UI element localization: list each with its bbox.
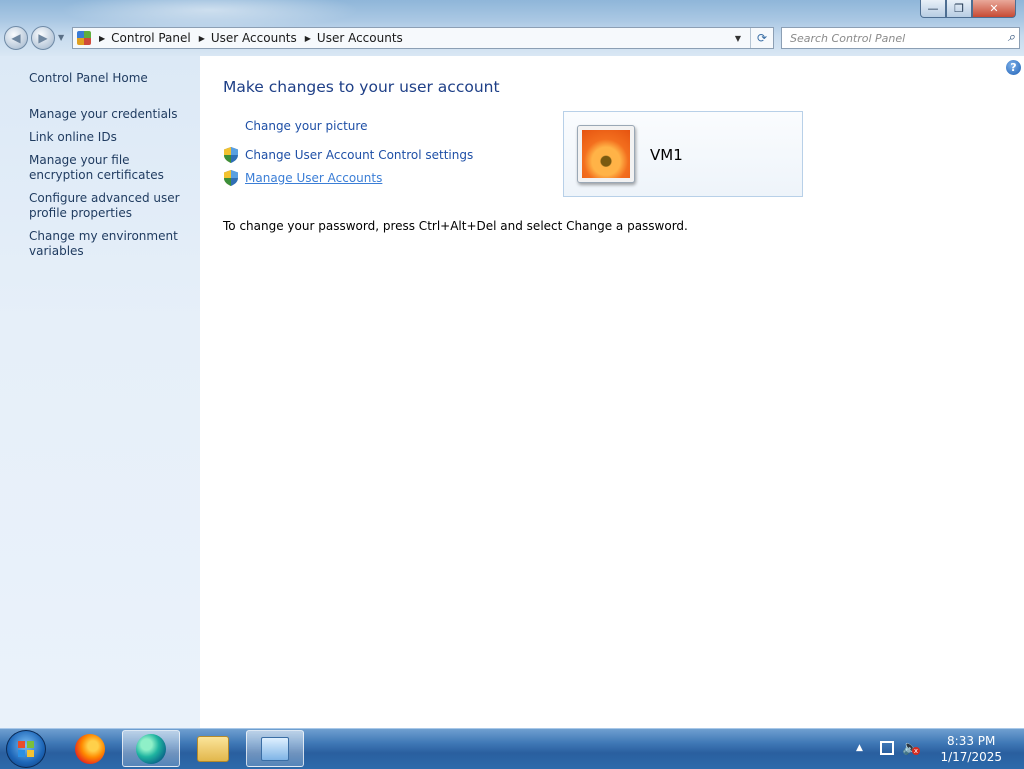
- mute-badge-icon: x: [912, 747, 920, 755]
- sidebar-item-environment-variables[interactable]: Change my environment variables: [29, 229, 189, 259]
- recent-pages-dropdown[interactable]: ▼: [58, 33, 64, 42]
- sidebar-item-manage-credentials[interactable]: Manage your credentials: [29, 107, 189, 122]
- breadcrumb-arrow-icon[interactable]: ▶: [199, 34, 205, 43]
- magnifier-icon[interactable]: ⌕: [1008, 30, 1015, 45]
- taskbar-control-panel[interactable]: [246, 730, 304, 767]
- breadcrumb-control-panel[interactable]: Control Panel: [111, 31, 191, 45]
- breadcrumb-arrow-icon[interactable]: ▶: [99, 34, 105, 43]
- uac-shield-icon: [224, 170, 238, 186]
- password-instructions: To change your password, press Ctrl+Alt+…: [223, 219, 688, 233]
- close-button[interactable]: ✕: [972, 0, 1016, 18]
- sidebar-item-link-online-ids[interactable]: Link online IDs: [29, 130, 189, 145]
- control-panel-icon: [261, 736, 289, 761]
- window-titlebar: — ❐ ✕ ◀ ▶ ▼ ▶ Control Panel ▶ User Accou…: [0, 0, 1024, 56]
- back-button[interactable]: ◀: [4, 26, 28, 50]
- network-icon[interactable]: [880, 741, 894, 755]
- breadcrumb-arrow-icon[interactable]: ▶: [305, 34, 311, 43]
- start-button[interactable]: [6, 730, 46, 768]
- search-box[interactable]: ⌕: [781, 27, 1020, 49]
- taskbar-firefox[interactable]: [61, 730, 119, 767]
- breadcrumb-user-accounts-current[interactable]: User Accounts: [317, 31, 403, 45]
- firefox-icon: [75, 733, 105, 764]
- folder-icon: [197, 735, 229, 762]
- content-area: Control Panel Home Manage your credentia…: [0, 56, 1024, 728]
- taskbar: ▲ 🔈 x 8:33 PM 1/17/2025: [0, 728, 1024, 769]
- system-tray: ▲ 🔈 x 8:33 PM 1/17/2025: [854, 729, 1024, 769]
- clock-date: 1/17/2025: [940, 750, 1002, 764]
- manage-user-accounts-link[interactable]: Manage User Accounts: [245, 171, 382, 185]
- sidebar-item-control-panel-home[interactable]: Control Panel Home: [29, 71, 189, 86]
- show-hidden-icons-icon[interactable]: ▲: [856, 743, 863, 753]
- restore-button[interactable]: ❐: [946, 0, 972, 18]
- windows-logo-icon: [18, 741, 34, 757]
- flower-picture-icon: [582, 130, 630, 178]
- forward-button[interactable]: ▶: [31, 26, 55, 50]
- window-controls: — ❐ ✕: [920, 0, 1016, 20]
- user-avatar[interactable]: [577, 125, 635, 183]
- sidebar-item-advanced-profile-properties[interactable]: Configure advanced user profile properti…: [29, 191, 189, 221]
- change-picture-link[interactable]: Change your picture: [245, 119, 367, 133]
- minimize-button[interactable]: —: [920, 0, 946, 18]
- user-name: VM1: [650, 146, 683, 164]
- help-icon[interactable]: ?: [1006, 60, 1021, 75]
- taskbar-file-explorer[interactable]: [184, 730, 242, 767]
- uac-shield-icon: [224, 147, 238, 163]
- edge-browser-icon: [136, 733, 166, 764]
- control-panel-icon: [77, 31, 91, 45]
- user-account-card: VM1: [563, 111, 803, 197]
- glass-glow: [60, 0, 360, 30]
- sidebar-item-file-encryption-certificates[interactable]: Manage your file encryption certificates: [29, 153, 189, 183]
- clock-time: 8:33 PM: [947, 734, 996, 748]
- breadcrumb-user-accounts[interactable]: User Accounts: [211, 31, 297, 45]
- page-title: Make changes to your user account: [223, 78, 500, 96]
- search-input[interactable]: [788, 30, 992, 46]
- uac-settings-link[interactable]: Change User Account Control settings: [245, 148, 473, 162]
- clock[interactable]: 8:33 PM 1/17/2025: [940, 733, 1002, 765]
- left-task-pane: Control Panel Home Manage your credentia…: [0, 56, 200, 728]
- back-arrow-icon: ◀: [11, 31, 21, 45]
- taskbar-edge[interactable]: [122, 730, 180, 767]
- forward-arrow-icon: ▶: [38, 31, 48, 45]
- refresh-icon[interactable]: ⟳: [750, 28, 773, 48]
- address-dropdown-icon[interactable]: ▼: [729, 28, 747, 48]
- address-bar[interactable]: ▶ Control Panel ▶ User Accounts ▶ User A…: [72, 27, 774, 49]
